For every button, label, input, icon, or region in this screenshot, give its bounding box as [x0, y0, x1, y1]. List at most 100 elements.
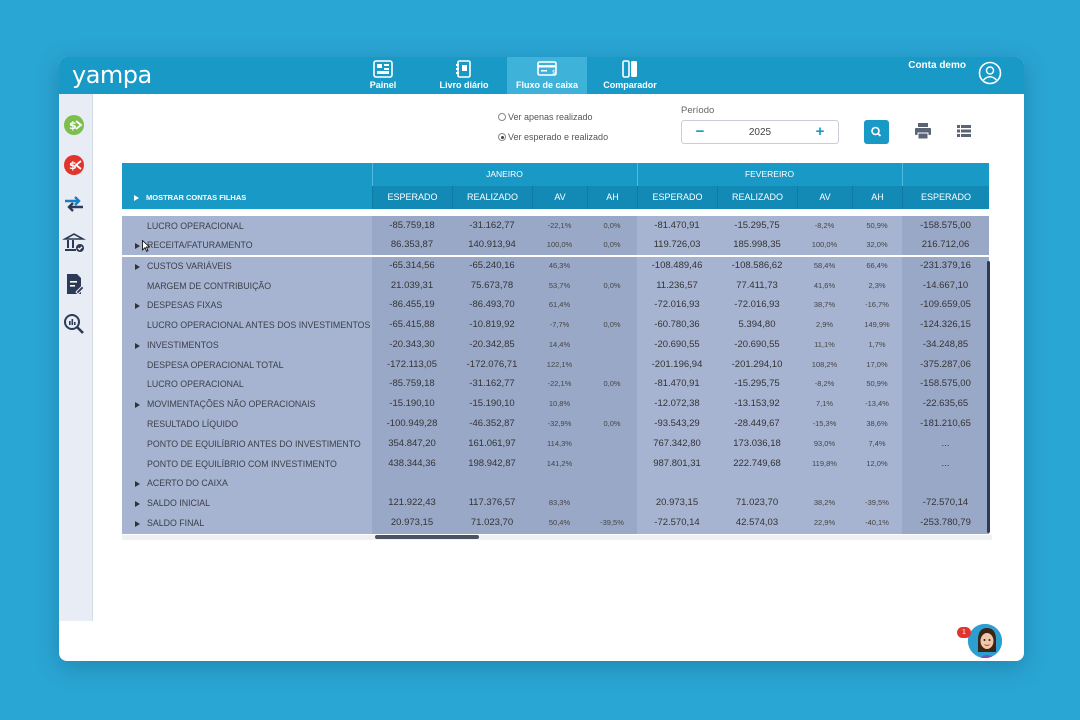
search-button[interactable] [864, 120, 889, 144]
account-label[interactable]: Conta demo [908, 60, 966, 71]
row-label[interactable]: MOVIMENTAÇÕES NÃO OPERACIONAIS [135, 394, 365, 414]
table-row[interactable]: SALDO INICIAL 121.922,43 117.376,57 83,3% 20… [122, 493, 989, 513]
radio-circle[interactable] [498, 113, 506, 121]
table-cell: -10.819,92 [469, 319, 515, 330]
table-cell: -65.314,56 [389, 260, 435, 271]
row-label: MARGEM DE CONTRIBUIÇÃO [147, 276, 377, 296]
row-label-text: CUSTOS VARIÁVEIS [147, 261, 232, 271]
show-children-label: MOSTRAR CONTAS FILHAS [146, 193, 247, 202]
table-cell: -158.575,00 [920, 378, 971, 389]
transfer-icon[interactable] [62, 192, 86, 216]
expand-icon[interactable] [135, 500, 140, 507]
radio-label: Ver apenas realizado [508, 112, 593, 122]
table-cell: ... [941, 438, 950, 449]
table-cell: 93,0% [813, 439, 836, 448]
period-selector: − 2025 + [681, 120, 839, 144]
period-decrement-button[interactable]: − [692, 124, 708, 140]
horizontal-scrollbar-track[interactable] [122, 535, 992, 540]
user-icon[interactable] [978, 61, 1002, 85]
table-cell: -201.294,10 [731, 359, 783, 370]
radio-label: Ver esperado e realizado [508, 132, 609, 142]
table-cell: -93.543,29 [654, 418, 700, 429]
period-increment-button[interactable]: + [812, 124, 828, 140]
horizontal-scrollbar-thumb[interactable] [375, 535, 479, 539]
table-row[interactable]: CUSTOS VARIÁVEIS -65.314,56 -65.240,16 46,3… [122, 256, 989, 276]
table-cell: -15.295,75 [734, 378, 780, 389]
row-label[interactable]: ACERTO DO CAIXA [135, 473, 365, 493]
row-label[interactable]: SALDO INICIAL [135, 493, 365, 513]
expand-icon[interactable] [135, 401, 140, 408]
table-cell: -7,7% [549, 320, 570, 329]
row-label[interactable]: RECEITA/FATURAMENTO [135, 235, 365, 255]
table-row[interactable]: MARGEM DE CONTRIBUIÇÃO 21.039,31 75.673,78… [122, 276, 989, 296]
bank-check-icon[interactable] [62, 231, 86, 255]
row-label: PONTO DE EQUILÍBRIO ANTES DO INVESTIMENT… [147, 434, 377, 454]
row-label[interactable]: DESPESAS FIXAS [135, 295, 365, 315]
radio-ver-apenas-realizado[interactable]: Ver apenas realizado [498, 112, 593, 122]
row-label-text: INVESTIMENTOS [147, 340, 219, 350]
row-label: RESULTADO LÍQUIDO [147, 414, 377, 434]
table-row[interactable]: INVESTIMENTOS -20.343,30 -20.342,85 14,4% -2… [122, 335, 989, 355]
row-label-text: RECEITA/FATURAMENTO [147, 240, 253, 250]
table-cell: -85.759,18 [389, 378, 435, 389]
row-label-text: DESPESAS FIXAS [147, 300, 223, 310]
show-children-toggle[interactable]: MOSTRAR CONTAS FILHAS [134, 186, 246, 209]
table-cell: -8,2% [814, 379, 835, 388]
expand-icon[interactable] [135, 342, 140, 349]
table-cell: -15.190,10 [469, 398, 515, 409]
table-cell: -13,4% [865, 399, 889, 408]
report-edit-icon[interactable] [62, 272, 86, 296]
nav-fluxo-de-caixa[interactable]: $ Fluxo de caixa [507, 57, 587, 94]
app-window: yampa Painel Livro diário $ Fluxo de cai… [59, 57, 1024, 661]
table-body: LUCRO OPERACIONAL -85.759,18 -31.162,77 -22… [122, 216, 989, 534]
table-cell: -81.470,91 [654, 220, 700, 231]
table-row[interactable]: PONTO DE EQUILÍBRIO COM INVESTIMENTO 438.… [122, 454, 989, 474]
table-row[interactable]: SALDO FINAL 20.973,15 71.023,70 50,4% -39,5%… [122, 513, 989, 533]
expand-icon[interactable] [135, 242, 140, 249]
table-row[interactable]: MOVIMENTAÇÕES NÃO OPERACIONAIS -15.190,10… [122, 394, 989, 414]
table-cell: -181.210,65 [920, 418, 971, 429]
search-analytics-icon[interactable] [62, 312, 86, 336]
nav-painel[interactable]: Painel [359, 57, 407, 94]
table-cell [587, 454, 637, 474]
table-row[interactable]: DESPESAS FIXAS -86.455,19 -86.493,70 61,4% -… [122, 295, 989, 315]
table-cell: -85.759,18 [389, 220, 435, 231]
table-row[interactable]: PONTO DE EQUILÍBRIO ANTES DO INVESTIMENT… [122, 434, 989, 454]
table-cell: 0,0% [603, 379, 621, 388]
row-label[interactable]: INVESTIMENTOS [135, 335, 365, 355]
notification-badge[interactable]: 1 [957, 627, 971, 638]
nav-comparador[interactable]: Comparador [599, 57, 661, 94]
table-cell: -22,1% [547, 379, 572, 388]
table-cell: 100,0% [546, 240, 573, 249]
expand-icon[interactable] [135, 480, 140, 487]
expand-icon[interactable] [135, 263, 140, 270]
table-row[interactable]: ACERTO DO CAIXA [122, 473, 989, 493]
table-row[interactable]: RESULTADO LÍQUIDO -100.949,28 -46.352,87 -3… [122, 414, 989, 434]
table-cell: 77.411,73 [736, 280, 778, 291]
income-icon[interactable]: $ [62, 113, 86, 137]
row-label[interactable]: SALDO FINAL [135, 513, 365, 533]
row-label: LUCRO OPERACIONAL ANTES DOS INVESTIMENTO… [147, 315, 377, 335]
table-cell: 198.942,87 [468, 458, 516, 469]
row-label[interactable]: CUSTOS VARIÁVEIS [135, 256, 365, 276]
expense-icon[interactable]: $ [62, 153, 86, 177]
table-row[interactable]: RECEITA/FATURAMENTO 86.353,87 140.913,94 10… [122, 235, 989, 255]
table-cell: 71.023,70 [735, 497, 779, 508]
table-row[interactable]: LUCRO OPERACIONAL -85.759,18 -31.162,77 -22… [122, 216, 989, 236]
table-cell: 22,9% [813, 518, 836, 527]
journal-icon [456, 60, 471, 78]
vertical-scrollbar[interactable] [987, 261, 990, 533]
table-row[interactable]: DESPESA OPERACIONAL TOTAL -172.113,05 -172… [122, 355, 989, 375]
table-row[interactable]: LUCRO OPERACIONAL -85.759,18 -31.162,77 -22… [122, 374, 989, 394]
assistant-avatar[interactable] [966, 622, 1004, 660]
table-cell: -22,1% [547, 221, 572, 230]
table-cell: 2,3% [868, 281, 886, 290]
expand-icon[interactable] [135, 520, 140, 527]
radio-ver-esperado-e-realizado[interactable]: Ver esperado e realizado [498, 132, 608, 142]
expand-icon[interactable] [135, 302, 140, 309]
table-row[interactable]: LUCRO OPERACIONAL ANTES DOS INVESTIMENTO… [122, 315, 989, 335]
radio-circle-checked[interactable] [498, 133, 506, 141]
print-icon[interactable] [914, 122, 932, 140]
nav-livro-diario[interactable]: Livro diário [433, 57, 495, 94]
list-view-icon[interactable] [956, 123, 972, 139]
